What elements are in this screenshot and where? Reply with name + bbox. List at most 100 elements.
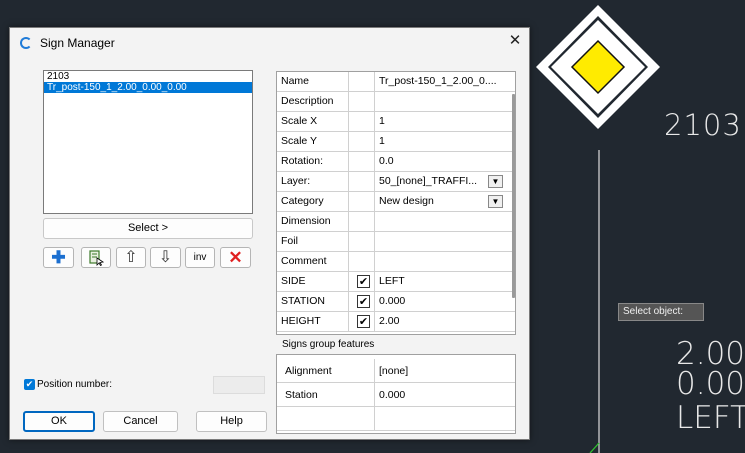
side-checkbox[interactable]: ✔ [357,275,370,288]
group-features-label: Signs group features [282,339,375,350]
prop-check-cell [349,92,375,111]
prop-label: Name [277,72,349,91]
move-up-button[interactable]: ⇧ [116,247,146,268]
prop-row-station[interactable]: STATION ✔ 0.000 [277,292,515,312]
prop-check-cell [349,192,375,211]
group-row-alignment[interactable]: Alignment [none] [277,359,515,383]
prop-label: Category [277,192,349,211]
dropdown-arrow-icon[interactable]: ▼ [488,195,503,208]
add-button[interactable]: ✚ [43,247,74,268]
close-button[interactable]: ✕ [501,28,529,56]
layer-select[interactable]: 50_[none]_TRAFFI... ▼ [375,172,505,191]
prop-check-cell [349,232,375,251]
cancel-button[interactable]: Cancel [103,411,178,432]
position-number-field[interactable] [213,376,265,394]
prop-value[interactable]: 0.000 [375,292,505,311]
arrow-up-icon: ⇧ [124,249,138,266]
prop-check-cell: ✔ [349,292,375,311]
prop-check-cell [349,172,375,191]
station-checkbox[interactable]: ✔ [357,295,370,308]
prop-row-comment[interactable]: Comment [277,252,515,272]
prop-row-height[interactable]: HEIGHT ✔ 2.00 [277,312,515,332]
prop-check-cell [349,152,375,171]
prop-label: Scale Y [277,132,349,151]
app-logo-icon [20,37,32,49]
prop-check-cell: ✔ [349,272,375,291]
prop-value[interactable] [375,252,505,271]
list-item-selected[interactable]: Tr_post-150_1_2.00_0.00_0.00 [44,82,252,93]
sign-list[interactable]: 2103 Tr_post-150_1_2.00_0.00_0.00 [43,70,253,214]
arrow-down-icon: ⇩ [158,249,173,266]
prop-row-scale-y[interactable]: Scale Y 1 [277,132,515,152]
prop-value[interactable]: 2.00 [375,312,505,331]
list-item[interactable]: 2103 [44,71,252,82]
group-row-station[interactable]: Station 0.000 [277,383,515,407]
prop-row-scale-x[interactable]: Scale X 1 [277,112,515,132]
group-value[interactable]: 0.000 [375,383,405,407]
prop-check-cell [349,252,375,271]
prop-label: Scale X [277,112,349,131]
help-button[interactable]: Help [196,411,267,432]
position-number-checkbox[interactable]: ✔ [24,379,35,390]
prop-row-description[interactable]: Description [277,92,515,112]
group-label [277,407,375,431]
green-axis-line [589,442,600,453]
property-grid[interactable]: Name Tr_post-150_1_2.00_0.... Descriptio… [276,71,516,335]
prop-value[interactable]: 1 [375,132,505,151]
group-row-empty[interactable] [277,407,515,431]
prop-value[interactable] [375,92,505,111]
prop-label: Dimension [277,212,349,231]
group-value[interactable]: [none] [375,359,408,383]
prop-label: Foil [277,232,349,251]
prop-check-cell [349,112,375,131]
prop-label: Description [277,92,349,111]
prop-row-category[interactable]: Category New design ▼ [277,192,515,212]
station-label: 0.000 [676,366,745,402]
category-select[interactable]: New design ▼ [375,192,505,211]
prop-check-cell [349,212,375,231]
delete-button[interactable]: ✕ [220,247,251,268]
prop-check-cell [349,72,375,91]
invert-button[interactable]: inv [185,247,215,268]
prop-value[interactable]: LEFT [375,272,505,291]
prop-row-rotation[interactable]: Rotation: 0.0 [277,152,515,172]
side-label: LEFT [676,400,745,436]
select-button[interactable]: Select > [43,218,253,239]
prop-check-cell [349,132,375,151]
prop-row-dimension[interactable]: Dimension [277,212,515,232]
prop-row-side[interactable]: SIDE ✔ LEFT [277,272,515,292]
prop-label: Rotation: [277,152,349,171]
prop-value[interactable] [375,232,505,251]
group-features-grid[interactable]: Alignment [none] Station 0.000 [276,354,516,434]
group-label: Alignment [277,359,375,383]
title-bar[interactable]: Sign Manager ✕ [10,28,529,58]
prop-row-foil[interactable]: Foil [277,232,515,252]
prop-value: New design [379,195,434,207]
sign-number-label: 2103 [664,108,742,142]
prop-label: SIDE [277,272,349,291]
position-number-label: Position number: [37,379,113,390]
prop-label: Comment [277,252,349,271]
prop-value[interactable] [375,212,505,231]
prop-value[interactable]: 0.0 [375,152,505,171]
plus-icon: ✚ [51,248,66,267]
prop-value[interactable]: 1 [375,112,505,131]
dropdown-arrow-icon[interactable]: ▼ [488,175,503,188]
select-object-tooltip: Select object: [618,303,704,321]
height-checkbox[interactable]: ✔ [357,315,370,328]
prop-row-name[interactable]: Name Tr_post-150_1_2.00_0.... [277,72,515,92]
prop-label: STATION [277,292,349,311]
grid-scrollbar[interactable] [512,94,515,298]
group-label: Station [277,383,375,407]
move-down-button[interactable]: ⇩ [150,247,181,268]
prop-row-layer[interactable]: Layer: 50_[none]_TRAFFI... ▼ [277,172,515,192]
pick-sign-icon [89,250,105,267]
ok-button[interactable]: OK [23,411,95,432]
prop-value: 50_[none]_TRAFFI... [379,175,478,187]
prop-label: HEIGHT [277,312,349,331]
dialog-title: Sign Manager [40,36,115,50]
pick-sign-button[interactable] [81,247,111,268]
prop-value[interactable]: Tr_post-150_1_2.00_0.... [375,72,505,91]
group-value[interactable] [375,407,379,431]
prop-label: Layer: [277,172,349,191]
